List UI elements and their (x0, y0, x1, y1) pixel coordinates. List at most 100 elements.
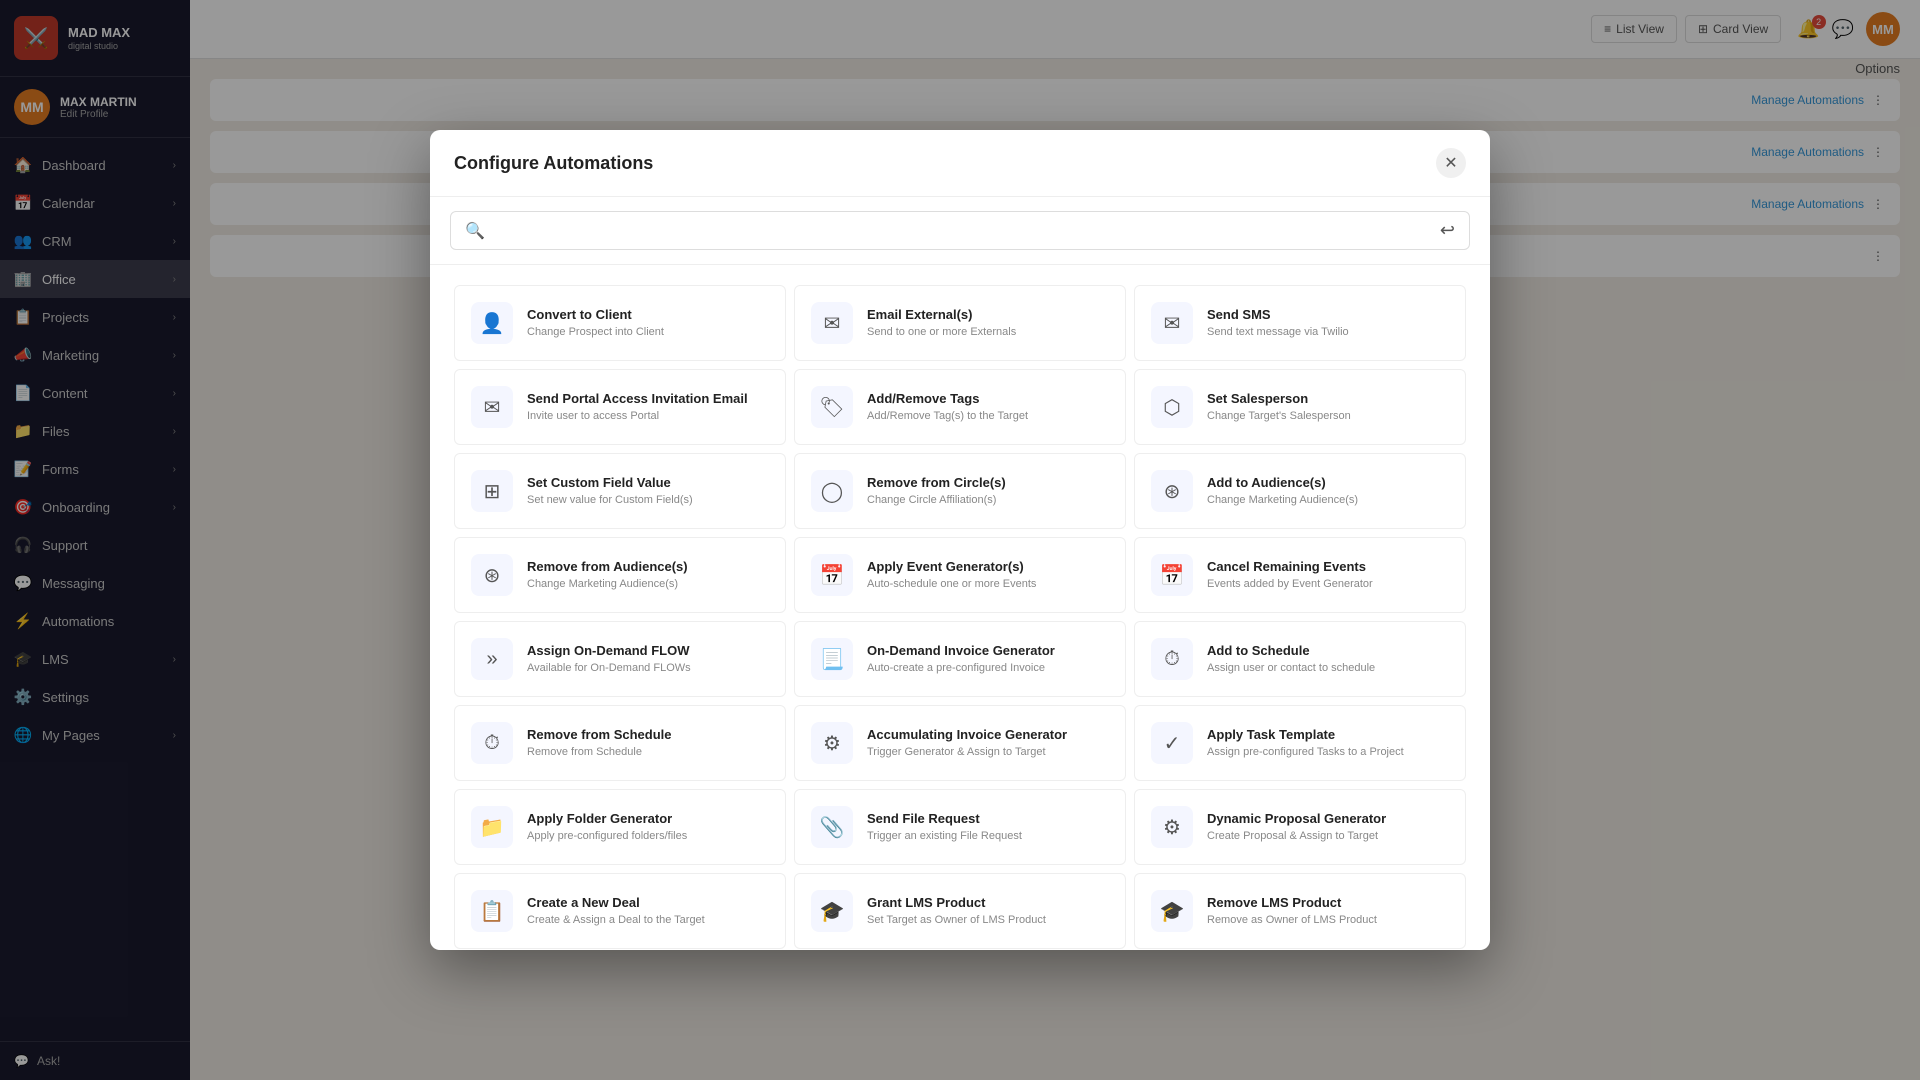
convert-to-client-description: Change Prospect into Client (527, 325, 769, 339)
automation-card-dynamic-proposal-generator[interactable]: ⚙Dynamic Proposal GeneratorCreate Propos… (1134, 789, 1466, 865)
set-custom-field-icon: ⊞ (471, 470, 513, 512)
automation-card-remove-from-circle[interactable]: ◯ Remove from Circle(s)Change Circle Affi… (794, 453, 1126, 529)
remove-lms-product-icon: 🎓 (1151, 890, 1193, 932)
automation-card-apply-event-generator[interactable]: 📅 Apply Event Generator(s)Auto-schedule o… (794, 537, 1126, 613)
accumulating-invoice-generator-icon: ⚙ (811, 722, 853, 764)
search-back-button[interactable]: ↩ (1440, 220, 1455, 241)
add-to-audiences-title: Add to Audience(s) (1207, 475, 1449, 490)
dynamic-proposal-generator-description: Create Proposal & Assign to Target (1207, 829, 1449, 843)
automation-card-send-file-request[interactable]: 📎 Send File RequestTrigger an existing Fi… (794, 789, 1126, 865)
cancel-remaining-events-description: Events added by Event Generator (1207, 577, 1449, 591)
assign-on-demand-flow-text: Assign On-Demand FLOW Available for On-De… (527, 643, 769, 675)
search-input[interactable] (495, 223, 1430, 239)
email-externals-description: Send to one or more Externals (867, 325, 1109, 339)
set-salesperson-text: Set SalespersonChange Target's Salespers… (1207, 391, 1449, 423)
apply-task-template-text: Apply Task Template Assign pre-configured… (1207, 727, 1449, 759)
automation-card-apply-folder-generator[interactable]: 📁 Apply Folder Generator Apply pre-configu… (454, 789, 786, 865)
cancel-remaining-events-icon: 📅 (1151, 554, 1193, 596)
automation-card-grant-lms-product[interactable]: 🎓Grant LMS ProductSet Target as Owner of… (794, 873, 1126, 949)
automation-card-add-to-schedule[interactable]: ⏱Add to ScheduleAssign user or contact t… (1134, 621, 1466, 697)
apply-task-template-description: Assign pre-configured Tasks to a Project (1207, 745, 1449, 759)
send-portal-access-description: Invite user to access Portal (527, 409, 769, 423)
remove-lms-product-description: Remove as Owner of LMS Product (1207, 913, 1449, 927)
send-file-request-text: Send File RequestTrigger an existing Fil… (867, 811, 1109, 843)
modal-overlay: Configure Automations ✕ 🔍 ↩ 👤 Convert to … (0, 0, 1920, 1080)
remove-lms-product-title: Remove LMS Product (1207, 895, 1449, 910)
modal-title: Configure Automations (454, 153, 653, 174)
automation-card-add-to-audiences[interactable]: ⊛ Add to Audience(s)Change Marketing Audi… (1134, 453, 1466, 529)
dynamic-proposal-generator-title: Dynamic Proposal Generator (1207, 811, 1449, 826)
add-remove-tags-text: Add/Remove Tags Add/Remove Tag(s) to the … (867, 391, 1109, 423)
set-custom-field-description: Set new value for Custom Field(s) (527, 493, 769, 507)
on-demand-invoice-generator-title: On-Demand Invoice Generator (867, 643, 1109, 658)
apply-task-template-icon: ✓ (1151, 722, 1193, 764)
grant-lms-product-text: Grant LMS ProductSet Target as Owner of … (867, 895, 1109, 927)
remove-from-schedule-description: Remove from Schedule (527, 745, 769, 759)
automation-card-apply-task-template[interactable]: ✓ Apply Task Template Assign pre-configure… (1134, 705, 1466, 781)
set-custom-field-title: Set Custom Field Value (527, 475, 769, 490)
automation-card-send-portal-access[interactable]: ✉Send Portal Access Invitation EmailInvi… (454, 369, 786, 445)
configure-automations-modal: Configure Automations ✕ 🔍 ↩ 👤 Convert to … (430, 130, 1490, 950)
send-file-request-description: Trigger an existing File Request (867, 829, 1109, 843)
modal-close-button[interactable]: ✕ (1436, 148, 1466, 178)
add-remove-tags-description: Add/Remove Tag(s) to the Target (867, 409, 1109, 423)
create-new-deal-icon: 📋 (471, 890, 513, 932)
remove-from-circle-text: Remove from Circle(s)Change Circle Affil… (867, 475, 1109, 507)
on-demand-invoice-generator-icon: 📃 (811, 638, 853, 680)
automation-card-email-externals[interactable]: ✉Email External(s)Send to one or more Ex… (794, 285, 1126, 361)
automation-card-convert-to-client[interactable]: 👤 Convert to ClientChange Prospect into C… (454, 285, 786, 361)
email-externals-text: Email External(s)Send to one or more Ext… (867, 307, 1109, 339)
set-salesperson-title: Set Salesperson (1207, 391, 1449, 406)
automations-grid: 👤 Convert to ClientChange Prospect into C… (430, 265, 1490, 950)
automation-card-assign-on-demand-flow[interactable]: » Assign On-Demand FLOW Available for On-D… (454, 621, 786, 697)
remove-from-circle-icon: ◯ (811, 470, 853, 512)
automation-card-remove-from-audiences[interactable]: ⊛ Remove from Audience(s)Change Marketing… (454, 537, 786, 613)
remove-from-schedule-title: Remove from Schedule (527, 727, 769, 742)
send-sms-text: Send SMSSend text message via Twilio (1207, 307, 1449, 339)
automation-card-set-salesperson[interactable]: ⬡ Set SalespersonChange Target's Salesper… (1134, 369, 1466, 445)
assign-on-demand-flow-description: Available for On-Demand FLOWs (527, 661, 769, 675)
remove-from-audiences-text: Remove from Audience(s)Change Marketing … (527, 559, 769, 591)
automation-card-create-new-deal[interactable]: 📋 Create a New DealCreate & Assign a Deal… (454, 873, 786, 949)
assign-on-demand-flow-title: Assign On-Demand FLOW (527, 643, 769, 658)
automation-card-add-remove-tags[interactable]: 🏷 Add/Remove Tags Add/Remove Tag(s) to the… (794, 369, 1126, 445)
automation-card-cancel-remaining-events[interactable]: 📅 Cancel Remaining EventsEvents added by … (1134, 537, 1466, 613)
convert-to-client-icon: 👤 (471, 302, 513, 344)
create-new-deal-text: Create a New DealCreate & Assign a Deal … (527, 895, 769, 927)
automation-card-accumulating-invoice-generator[interactable]: ⚙ Accumulating Invoice Generator Trigger G… (794, 705, 1126, 781)
automation-card-remove-lms-product[interactable]: 🎓 Remove LMS Product Remove as Owner of LM… (1134, 873, 1466, 949)
add-to-schedule-text: Add to ScheduleAssign user or contact to… (1207, 643, 1449, 675)
apply-event-generator-title: Apply Event Generator(s) (867, 559, 1109, 574)
remove-from-audiences-title: Remove from Audience(s) (527, 559, 769, 574)
add-to-audiences-text: Add to Audience(s)Change Marketing Audie… (1207, 475, 1449, 507)
send-sms-icon: ✉ (1151, 302, 1193, 344)
modal-header: Configure Automations ✕ (430, 130, 1490, 197)
apply-task-template-title: Apply Task Template (1207, 727, 1449, 742)
automation-card-on-demand-invoice-generator[interactable]: 📃On-Demand Invoice GeneratorAuto-create … (794, 621, 1126, 697)
apply-folder-generator-icon: 📁 (471, 806, 513, 848)
search-wrapper: 🔍 ↩ (450, 211, 1470, 250)
accumulating-invoice-generator-description: Trigger Generator & Assign to Target (867, 745, 1109, 759)
add-remove-tags-title: Add/Remove Tags (867, 391, 1109, 406)
automation-card-send-sms[interactable]: ✉ Send SMSSend text message via Twilio (1134, 285, 1466, 361)
remove-lms-product-text: Remove LMS Product Remove as Owner of LMS… (1207, 895, 1449, 927)
convert-to-client-text: Convert to ClientChange Prospect into Cl… (527, 307, 769, 339)
apply-event-generator-icon: 📅 (811, 554, 853, 596)
apply-event-generator-text: Apply Event Generator(s)Auto-schedule on… (867, 559, 1109, 591)
automation-card-remove-from-schedule[interactable]: ⏱ Remove from Schedule Remove from Schedul… (454, 705, 786, 781)
send-file-request-icon: 📎 (811, 806, 853, 848)
accumulating-invoice-generator-title: Accumulating Invoice Generator (867, 727, 1109, 742)
remove-from-schedule-icon: ⏱ (471, 722, 513, 764)
apply-folder-generator-description: Apply pre-configured folders/files (527, 829, 769, 843)
remove-from-circle-title: Remove from Circle(s) (867, 475, 1109, 490)
apply-folder-generator-title: Apply Folder Generator (527, 811, 769, 826)
add-to-audiences-icon: ⊛ (1151, 470, 1193, 512)
send-portal-access-title: Send Portal Access Invitation Email (527, 391, 769, 406)
automation-card-set-custom-field[interactable]: ⊞ Set Custom Field Value Set new value for… (454, 453, 786, 529)
assign-on-demand-flow-icon: » (471, 638, 513, 680)
cancel-remaining-events-text: Cancel Remaining EventsEvents added by E… (1207, 559, 1449, 591)
remove-from-audiences-icon: ⊛ (471, 554, 513, 596)
add-to-schedule-title: Add to Schedule (1207, 643, 1449, 658)
add-remove-tags-icon: 🏷 (811, 386, 853, 428)
set-salesperson-icon: ⬡ (1151, 386, 1193, 428)
